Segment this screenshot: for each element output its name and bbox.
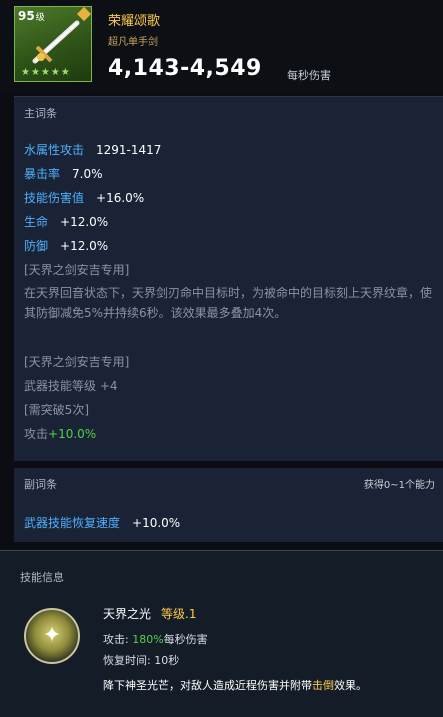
main-stats-title: 主词条 xyxy=(24,107,57,120)
attack-bonus: 攻击+10.0% xyxy=(24,425,96,442)
stat-row: 技能伤害值 +16.0% xyxy=(24,189,144,206)
sword-icon xyxy=(32,20,80,64)
skill-cooldown: 恢复时间: 10秒 xyxy=(103,654,180,667)
stat-value: +10.0% xyxy=(132,516,181,530)
stat-row: 生命 +12.0% xyxy=(24,213,108,230)
exclusive-label: [天界之剑安吉专用] xyxy=(24,355,130,369)
sub-stat-row: 武器技能恢复速度 +10.0% xyxy=(24,514,180,531)
stat-value: +12.0% xyxy=(60,215,109,229)
stat-value: +16.0% xyxy=(96,191,145,205)
exclusive-label: [天界之剑安吉专用] xyxy=(24,263,130,277)
item-type: 超凡单手剑 xyxy=(108,37,158,48)
attack-bonus-label: 攻击 xyxy=(24,427,49,441)
skill-attack-label: 攻击: xyxy=(103,633,129,646)
skill-attack-pct: 180% xyxy=(132,633,164,646)
skill-icon: ✦ xyxy=(24,608,80,664)
item-icon: 95级 ★★★★★ xyxy=(14,6,92,82)
sub-stats-panel: 副词条 获得0~1个能力 武器技能恢复速度 +10.0% xyxy=(14,468,443,542)
skill-name-row: 天界之光 等级.1 xyxy=(103,605,196,622)
skill-description: 降下神圣光芒，对敌人造成近程伤害并附带击倒效果。 xyxy=(103,677,367,693)
skill-attack: 攻击: 180%每秒伤害 xyxy=(103,631,208,647)
skill-desc-text: 降下神圣光芒，对敌人造成近程伤害并附带 xyxy=(103,679,312,692)
skill-info-title: 技能信息 xyxy=(20,571,64,584)
breakthrough-requirement: [需突破5次] xyxy=(24,403,89,417)
stat-value: 7.0% xyxy=(72,167,103,181)
skill-level: 等级.1 xyxy=(161,607,197,621)
stat-key: 暴击率 xyxy=(24,167,61,181)
item-name: 荣耀颂歌 xyxy=(108,14,161,29)
skill-desc-end: 效果。 xyxy=(334,679,367,692)
stat-key: 武器技能恢复速度 xyxy=(24,516,121,530)
stat-value: +12.0% xyxy=(60,239,109,253)
item-header: 95级 ★★★★★ 荣耀颂歌 超凡单手剑 4,143-4,549 每秒伤害 xyxy=(0,0,443,92)
effect-description: 在天界回音状态下，天界剑刃命中目标时，为被命中的目标刻上天界纹章，使其防御减免5… xyxy=(24,286,433,320)
stat-value: 1291-1417 xyxy=(96,143,162,157)
stat-key: 防御 xyxy=(24,239,49,253)
sub-stats-title: 副词条 xyxy=(24,478,57,491)
star-icon: ✦ xyxy=(42,623,62,648)
attack-bonus-value: +10.0% xyxy=(48,427,97,441)
sub-stats-note: 获得0~1个能力 xyxy=(363,480,435,491)
rarity-stars: ★★★★★ xyxy=(21,67,71,78)
stat-key: 生命 xyxy=(24,215,49,229)
stat-row: 水属性攻击 1291-1417 xyxy=(24,141,161,158)
damage-unit: 每秒伤害 xyxy=(287,69,331,82)
stat-key: 技能伤害值 xyxy=(24,191,85,205)
skill-desc-highlight: 击倒 xyxy=(312,679,334,692)
stat-key: 水属性攻击 xyxy=(24,143,85,157)
stat-row: 暴击率 7.0% xyxy=(24,165,103,182)
damage-range: 4,143-4,549 xyxy=(108,56,262,81)
skill-name: 天界之光 xyxy=(103,607,152,621)
main-stats-panel: 主词条 水属性攻击 1291-1417 暴击率 7.0% 技能伤害值 +16.0% 生… xyxy=(14,96,443,461)
skill-attack-suffix: 每秒伤害 xyxy=(163,633,208,646)
stat-row: 防御 +12.0% xyxy=(24,237,108,254)
weapon-skill-level: 武器技能等级 +4 xyxy=(24,379,118,393)
skill-info-section: 技能信息 ✦ 天界之光 等级.1 攻击: 180%每秒伤害 恢复时间: 10秒 降… xyxy=(0,551,443,717)
